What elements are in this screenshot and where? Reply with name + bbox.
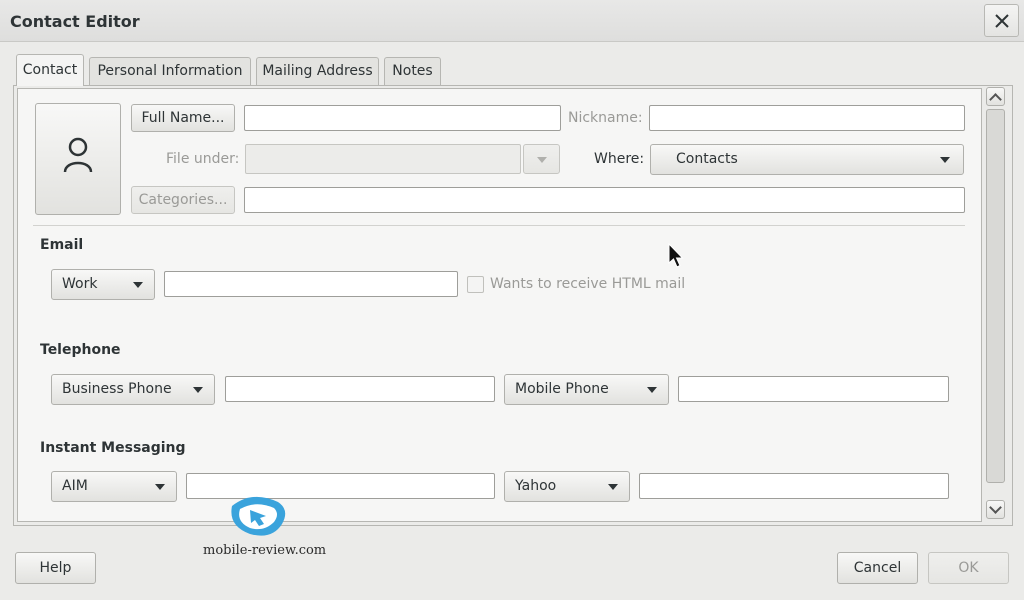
phone2-type-select[interactable]: Mobile Phone [504,374,669,405]
chevron-down-icon [608,484,618,490]
html-mail-checkbox[interactable] [467,276,484,293]
categories-button: Categories... [131,186,235,214]
phone1-input[interactable] [225,376,495,402]
close-button[interactable] [984,4,1019,37]
email-type-select[interactable]: Work [51,269,155,300]
chevron-down-icon [193,387,203,393]
cancel-button[interactable]: Cancel [837,552,918,584]
im2-type-value: Yahoo [515,478,557,494]
tab-contact[interactable]: Contact [16,54,84,86]
html-mail-label: Wants to receive HTML mail [490,276,686,292]
chevron-down-icon [537,157,547,163]
contact-photo-button[interactable] [35,103,121,215]
telephone-heading: Telephone [40,342,121,358]
phone2-input[interactable] [678,376,949,402]
im2-type-select[interactable]: Yahoo [504,471,630,502]
title-bar: Contact Editor [0,0,1024,42]
person-icon [63,137,93,173]
im1-type-select[interactable]: AIM [51,471,177,502]
email-type-value: Work [62,276,98,292]
email-heading: Email [40,237,84,253]
file-under-dropdown-button [523,144,560,174]
tab-personal-information[interactable]: Personal Information [89,57,251,85]
window-title: Contact Editor [10,12,140,31]
where-select[interactable]: Contacts [650,144,964,175]
chevron-down-icon [155,484,165,490]
categories-input[interactable] [244,187,965,213]
where-value: Contacts [676,151,738,167]
im1-type-value: AIM [62,478,88,494]
nickname-input[interactable] [649,105,965,131]
phone1-type-select[interactable]: Business Phone [51,374,215,405]
help-button[interactable]: Help [15,552,96,584]
close-icon [995,14,1009,28]
where-label: Where: [594,151,645,167]
chevron-down-icon [989,501,1002,514]
full-name-input[interactable] [244,105,561,131]
mobile-review-logo [231,496,286,536]
tab-mailing-address[interactable]: Mailing Address [256,57,379,85]
email-input[interactable] [164,271,458,297]
scroll-down-button[interactable] [986,500,1005,519]
chevron-down-icon [133,282,143,288]
im2-input[interactable] [639,473,949,499]
separator [33,225,965,226]
chevron-down-icon [647,387,657,393]
mouse-pointer-icon [668,243,684,268]
file-under-label: File under: [166,151,240,167]
full-name-button[interactable]: Full Name... [131,104,235,132]
file-under-input [245,144,521,174]
chevron-down-icon [940,157,950,163]
tab-notes[interactable]: Notes [384,57,441,85]
chevron-up-icon [989,93,1002,106]
nickname-label: Nickname: [568,110,643,126]
scroll-up-button[interactable] [986,87,1005,106]
phone1-type-value: Business Phone [62,381,172,397]
ok-button: OK [928,552,1009,584]
phone2-type-value: Mobile Phone [515,381,609,397]
scrollbar-thumb[interactable] [986,109,1005,483]
im-heading: Instant Messaging [40,440,186,456]
watermark-text: mobile-review.com [203,543,327,558]
